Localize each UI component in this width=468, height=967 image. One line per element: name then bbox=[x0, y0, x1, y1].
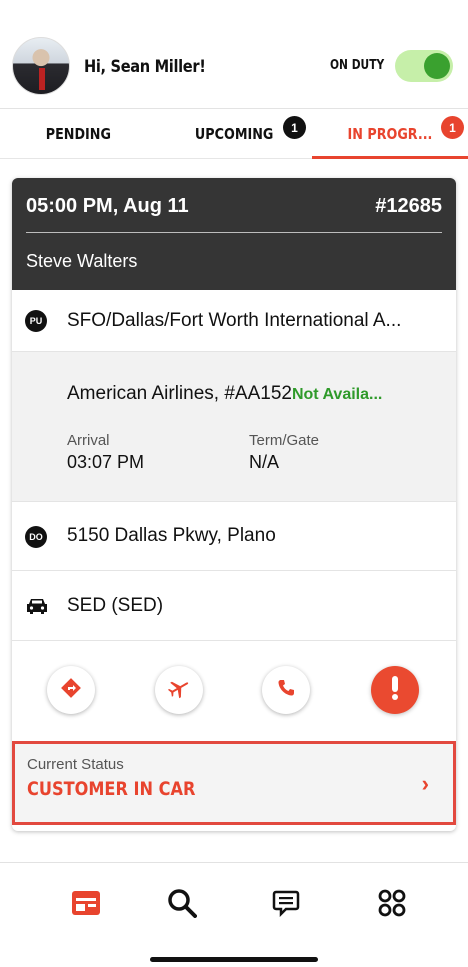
arrival-time: 03:07 PM bbox=[67, 452, 145, 472]
vehicle-row: SED (SED) bbox=[12, 571, 456, 641]
flight-info: American Airlines, #AA152Not Availa... A… bbox=[12, 352, 456, 502]
directions-button[interactable] bbox=[47, 666, 95, 714]
search-icon bbox=[167, 888, 197, 923]
call-button[interactable] bbox=[262, 666, 310, 714]
trip-actions bbox=[12, 641, 456, 736]
nav-messages[interactable] bbox=[266, 885, 306, 925]
arrival-label: Arrival bbox=[67, 432, 110, 449]
on-duty-toggle[interactable] bbox=[395, 50, 453, 82]
greeting-text: Hi, Sean Miller! bbox=[84, 57, 206, 77]
status-value: CUSTOMER IN CAR bbox=[27, 778, 196, 800]
directions-icon bbox=[60, 677, 82, 704]
tab-label: UPCOMING bbox=[194, 125, 274, 143]
app-header: Hi, Sean Miller! ON DUTY bbox=[0, 0, 468, 108]
flight-line: American Airlines, #AA152Not Availa... bbox=[67, 383, 382, 405]
passenger-name: Steve Walters bbox=[26, 251, 138, 271]
tab-pending[interactable]: PENDING bbox=[0, 109, 156, 159]
active-tab-indicator bbox=[312, 156, 468, 159]
dropoff-row[interactable]: DO 5150 Dallas Pkwy, Plano bbox=[12, 502, 456, 571]
trips-icon bbox=[71, 890, 101, 921]
flight-number: American Airlines, #AA152 bbox=[67, 383, 292, 404]
message-icon bbox=[272, 889, 300, 922]
nav-trips[interactable] bbox=[66, 885, 106, 925]
car-icon bbox=[25, 597, 49, 620]
tab-label: IN PROGR... bbox=[347, 125, 433, 143]
airplane-icon bbox=[167, 676, 191, 705]
status-label: Current Status bbox=[27, 756, 124, 773]
tab-label: PENDING bbox=[45, 125, 111, 143]
apps-icon bbox=[377, 888, 407, 923]
flight-button[interactable] bbox=[155, 666, 203, 714]
dropoff-address: 5150 Dallas Pkwy, Plano bbox=[67, 525, 276, 546]
nav-apps[interactable] bbox=[372, 885, 412, 925]
nav-search[interactable] bbox=[162, 885, 202, 925]
home-indicator bbox=[150, 957, 318, 962]
gate-label: Term/Gate bbox=[249, 432, 320, 449]
pickup-address: SFO/Dallas/Fort Worth International A... bbox=[67, 310, 402, 331]
chevron-right-icon: › bbox=[421, 771, 429, 796]
upcoming-count-badge: 1 bbox=[283, 116, 306, 139]
on-duty-label: ON DUTY bbox=[330, 58, 385, 73]
flight-status: Not Availa... bbox=[291, 386, 383, 403]
avatar[interactable] bbox=[12, 37, 70, 95]
trip-card[interactable]: 05:00 PM, Aug 11 #12685 Steve Walters PU… bbox=[12, 178, 456, 831]
trip-card-header: 05:00 PM, Aug 11 #12685 Steve Walters bbox=[12, 178, 456, 290]
pickup-row[interactable]: PU SFO/Dallas/Fort Worth International A… bbox=[12, 290, 456, 352]
bottom-nav bbox=[0, 863, 468, 967]
current-status-button[interactable]: Current Status CUSTOMER IN CAR › bbox=[12, 741, 456, 825]
dropoff-badge: DO bbox=[25, 526, 47, 548]
trip-datetime: 05:00 PM, Aug 11 bbox=[26, 195, 189, 217]
alert-button[interactable] bbox=[371, 666, 419, 714]
toggle-knob bbox=[424, 53, 450, 79]
trip-number: #12685 bbox=[375, 195, 442, 217]
header-rule bbox=[26, 232, 442, 233]
pickup-badge: PU bbox=[25, 310, 47, 332]
vehicle-type: SED (SED) bbox=[67, 595, 164, 616]
phone-icon bbox=[276, 678, 296, 703]
gate-value: N/A bbox=[249, 452, 280, 472]
exclamation-icon bbox=[390, 675, 400, 706]
in-progress-count-badge: 1 bbox=[441, 116, 464, 139]
trip-tabs: PENDING UPCOMING 1 IN PROGR... 1 bbox=[0, 109, 468, 159]
